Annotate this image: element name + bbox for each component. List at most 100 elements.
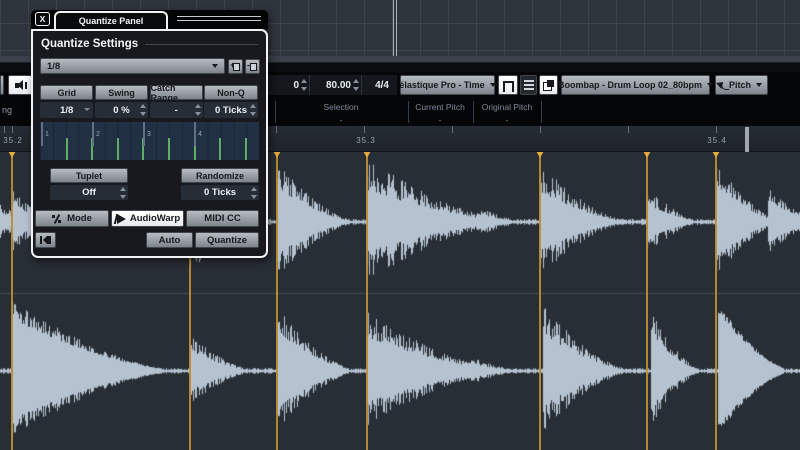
timesig-field[interactable]: 4/4 [362,75,395,95]
info-section: Original Pitch - [482,102,533,125]
mode-row: Mode AudioWarp MIDI CC [35,210,259,227]
partial-button[interactable] [0,75,4,95]
warp-algorithm-dropdown[interactable]: élastique Pro - Time [399,75,496,95]
close-icon: X [39,14,46,24]
grid-subdivision-line [117,137,119,160]
grid-beat-number: 1 [45,131,49,138]
info-divider [408,101,409,123]
stepper-icon[interactable] [300,79,307,91]
bars-field[interactable]: 0 [268,75,310,95]
chevron-down-icon [707,83,714,87]
grid-visualization[interactable]: 1 2 3 4 [40,122,259,160]
remove-preset-button[interactable] [245,59,260,74]
info-section-label: Original Pitch [481,102,533,112]
grid-beat-line [143,122,145,147]
tempo-field[interactable]: 80.00 [310,75,362,95]
catch-range-value[interactable]: - [149,102,203,118]
info-section: Selection - [324,102,359,125]
quantize-apply-button[interactable]: Quantize [195,232,259,248]
grid-beat-number: 3 [147,131,151,138]
info-section-label: Current Pitch [415,102,465,112]
tuplet-button[interactable]: Tuplet [50,168,128,183]
quantize-columns: Grid Swing Catch Range Non-Q [40,83,259,103]
speaker-icon [15,79,27,91]
grid-beat-line [194,122,196,147]
grid-value[interactable]: 1/8 [40,102,94,118]
store-preset-button[interactable] [228,59,243,74]
clipped-label: ng [2,105,13,115]
panel-title: Quantize Panel [78,16,144,26]
stepper-icon[interactable] [139,104,147,116]
info-section-value: - [505,115,509,125]
grid-subdivision-line [219,137,221,160]
audiowarp-button[interactable]: AudioWarp [111,210,184,227]
grid-column-button[interactable]: Grid [40,85,94,100]
chevron-down-icon [489,83,496,87]
catch-range-column-button[interactable]: Catch Range [149,83,203,103]
preset-dropdown[interactable]: 1/8 [40,58,225,74]
tuplet-value[interactable]: Off [50,185,128,200]
info-section-value: - [339,115,343,125]
info-divider [541,101,542,123]
grid-subdivision-line [66,137,68,160]
grid-beat-number: 4 [198,131,202,138]
chevron-down-icon [84,108,91,111]
swing-column-button[interactable]: Swing [94,85,149,100]
add-preset-icon [230,60,240,71]
segment-brackets-toggle[interactable] [498,75,518,95]
auto-button[interactable]: Auto [146,232,193,248]
layers-toggle[interactable] [539,75,558,95]
grid-subdivision-line [245,137,247,160]
grip-line [177,16,261,17]
ruler-label: 35.3 [356,136,376,145]
ruler-label: 35.2 [3,136,23,145]
panel-titlebar[interactable]: X Quantize Panel [31,10,268,29]
grid-beat-line [92,122,94,147]
grip-line [177,20,261,21]
stepper-icon[interactable] [119,187,126,199]
layers-icon [543,79,554,91]
lanes-icon [523,80,534,90]
randomize-button[interactable]: Randomize [181,168,259,183]
midi-cc-button[interactable]: MIDI CC [186,210,259,227]
pitch-button[interactable]: Pitch [715,75,768,95]
heading-row: Quantize Settings [41,38,258,50]
quantize-values: 1/8 0 % - 0 Ticks [40,102,259,118]
playhead-line [396,0,397,56]
pitch-arrow-icon [721,81,729,90]
sample-editor-window: 0 80.00 4/4 élastique Pro - Time Boombap… [0,0,800,450]
rewind-icon [40,236,51,244]
info-divider [473,101,474,123]
grid-beat-number: 2 [96,131,100,138]
stepper-icon[interactable] [194,104,201,116]
lanes-toggle[interactable] [520,75,537,95]
info-section: Current Pitch - [415,102,465,125]
panel-tab[interactable]: Quantize Panel [54,11,168,29]
randomize-value[interactable]: 0 Ticks [181,185,259,200]
grid-beat-line [41,122,43,147]
nonq-value[interactable]: 0 Ticks [204,102,258,118]
stepper-icon[interactable] [352,79,359,91]
clip-dropdown[interactable]: Boombap - Drum Loop 02_80bpm [558,75,714,95]
mode-button[interactable]: Mode [35,210,109,227]
panel-heading: Quantize Settings [41,38,139,50]
quantize-panel: X Quantize Panel Quantize Settings 1/8 +… [31,10,268,258]
info-divider [275,101,276,123]
playhead-line [393,0,394,56]
chevron-down-icon [756,83,762,87]
stepper-icon[interactable] [250,187,257,199]
ruler-label: 35.4 [707,136,727,145]
reset-button[interactable] [35,232,56,248]
close-button[interactable]: X [35,12,50,26]
audiowarp-icon [115,213,126,224]
segment-brackets-icon [502,80,514,92]
remove-preset-icon [247,60,257,71]
chevron-down-icon [212,64,218,68]
panel-body: Quantize Settings 1/8 Grid Swing Catch R… [31,29,268,258]
event-end-marker[interactable] [745,127,749,152]
nonq-column-button[interactable]: Non-Q [204,85,258,100]
grid-subdivision-line [168,137,170,160]
info-section-label: Selection [323,102,359,112]
stepper-icon[interactable] [249,104,256,116]
swing-value[interactable]: 0 % [94,102,149,118]
